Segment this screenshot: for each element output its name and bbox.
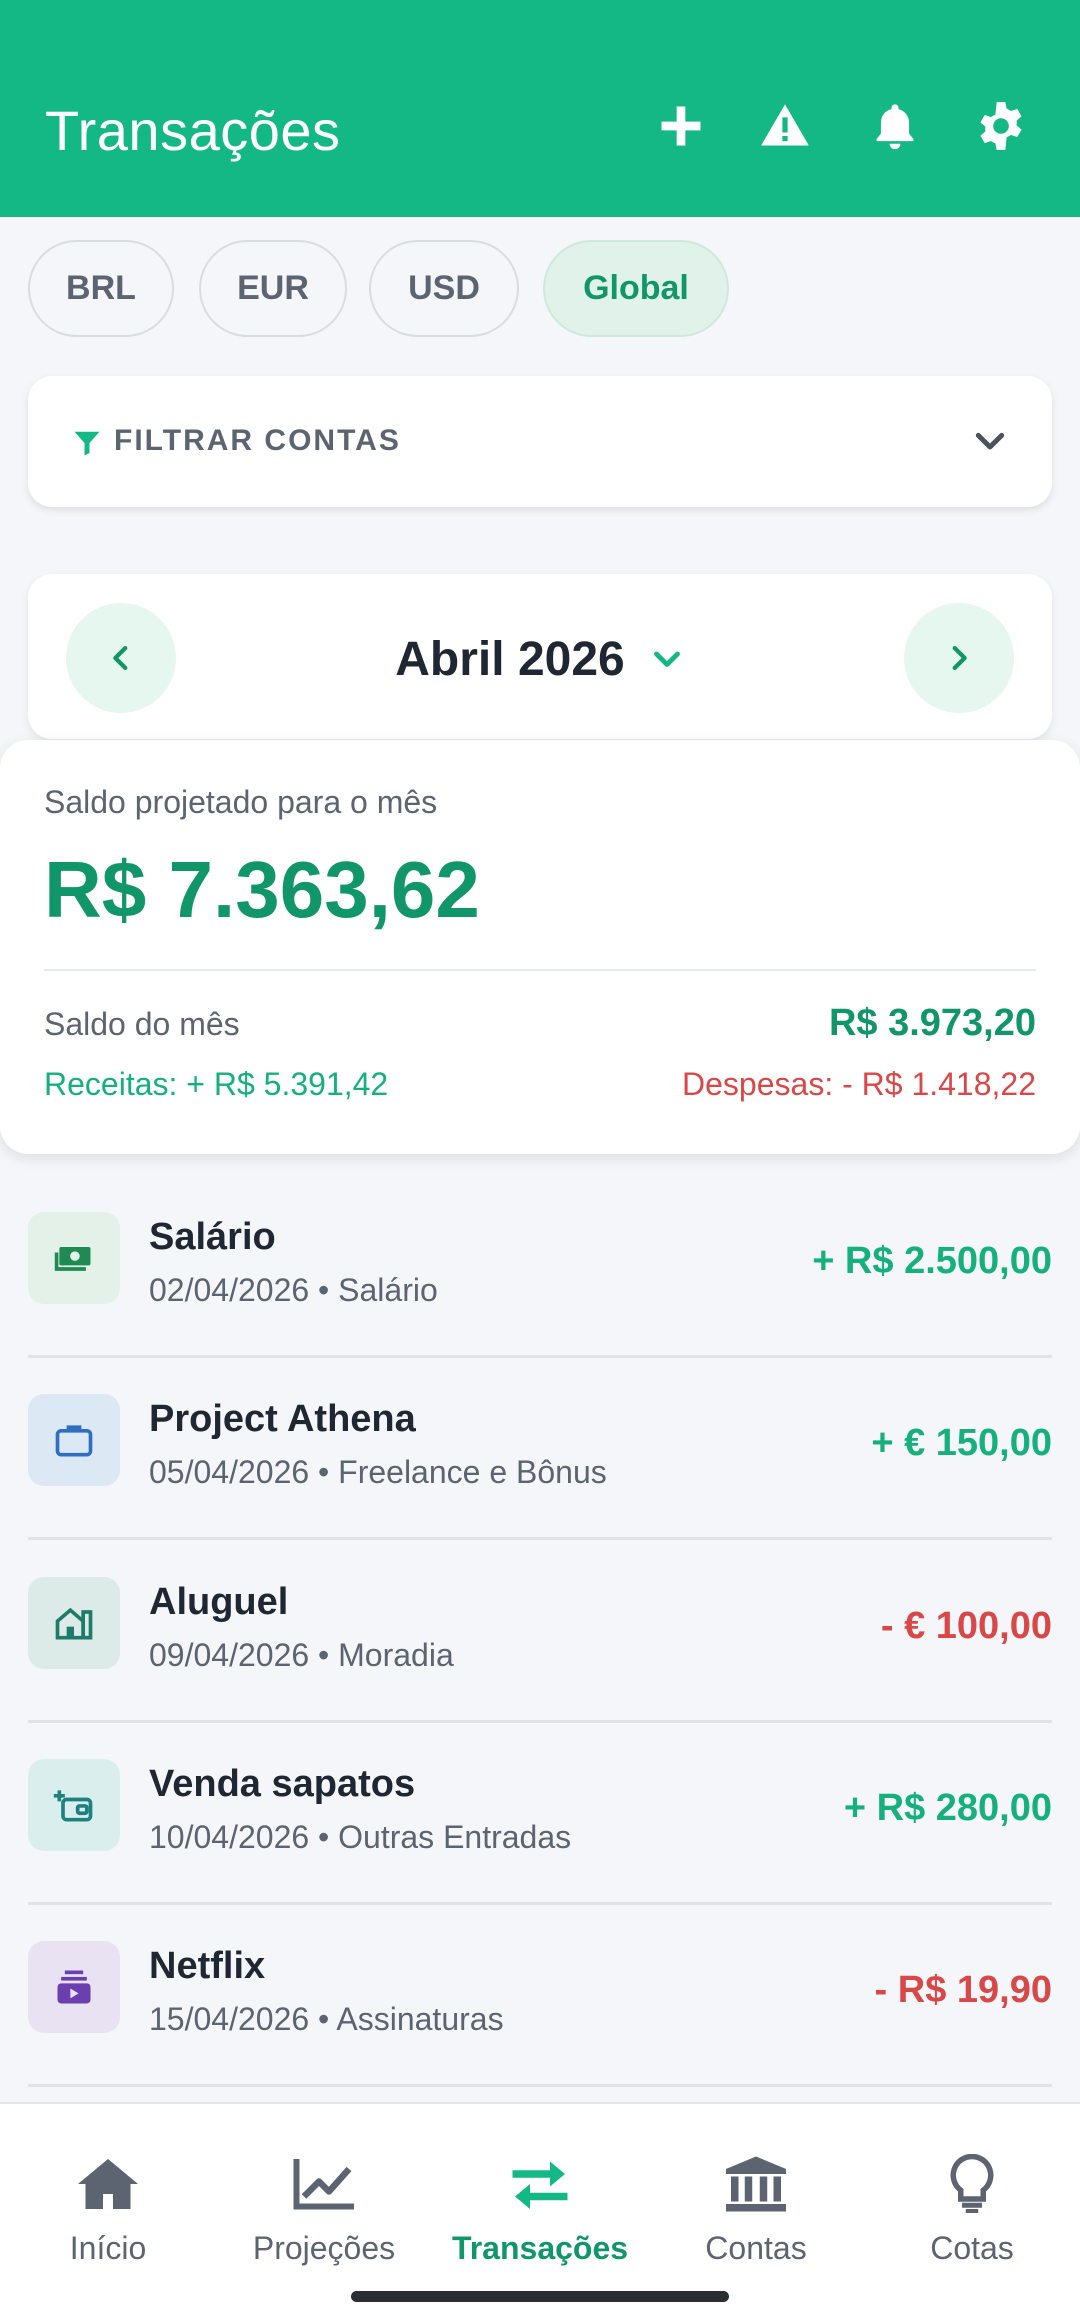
nav-label: Contas	[705, 2230, 807, 2266]
transaction-subtitle: 02/04/2026 • Salário	[149, 1272, 438, 1308]
transaction-amount: + R$ 280,00	[843, 1787, 1052, 1829]
nav-item-transacoes[interactable]: Transações	[432, 2154, 648, 2274]
bank-icon	[726, 2156, 786, 2212]
transaction-row[interactable]: Venda sapatos 10/04/2026 • Outras Entrad…	[28, 1723, 1052, 1905]
house-icon	[28, 1577, 120, 1669]
chevron-right-icon	[952, 645, 967, 671]
home-icon	[78, 2159, 138, 2209]
currency-chip-brl[interactable]: BRL	[28, 240, 174, 337]
transaction-subtitle: 09/04/2026 • Moradia	[149, 1637, 454, 1673]
subscription-icon	[28, 1941, 120, 2033]
transaction-subtitle: 10/04/2026 • Outras Entradas	[149, 1819, 572, 1855]
month-balance-value: R$ 3.973,20	[828, 1002, 1036, 1044]
transaction-amount: + R$ 2.500,00	[812, 1240, 1052, 1282]
next-month-button[interactable]	[904, 603, 1014, 713]
transaction-amount: + € 150,00	[871, 1422, 1052, 1464]
transaction-amount: - € 100,00	[880, 1605, 1052, 1647]
gear-icon[interactable]	[973, 98, 1029, 154]
briefcase-icon	[28, 1394, 120, 1486]
transaction-amount: - R$ 19,90	[874, 1969, 1052, 2011]
projected-balance-amount: R$ 7.363,62	[44, 845, 480, 934]
currency-chip-eur[interactable]: EUR	[199, 240, 347, 337]
nav-item-inicio[interactable]: Início	[0, 2154, 216, 2274]
transaction-subtitle: 15/04/2026 • Assinaturas	[149, 2001, 504, 2037]
chevron-down-icon	[653, 651, 680, 667]
transfer-icon	[512, 2161, 568, 2209]
projected-balance-caption: Saldo projetado para o mês	[44, 784, 438, 820]
transaction-title: Salário	[149, 1216, 276, 1258]
wallet-add-icon	[28, 1759, 120, 1851]
nav-item-cotas[interactable]: Cotas	[864, 2154, 1080, 2274]
bottom-navigation: Início Projeções Transações Contas Cotas	[0, 2102, 1080, 2320]
filter-label: FILTRAR CONTAS	[114, 424, 401, 457]
transaction-row[interactable]: Project Athena 05/04/2026 • Freelance e …	[28, 1358, 1052, 1540]
money-icon	[28, 1212, 120, 1304]
month-selector: Abril 2026	[28, 574, 1052, 739]
nav-label: Projeções	[252, 2230, 396, 2266]
app-header: Transações	[0, 0, 1080, 217]
nav-label: Início	[69, 2230, 147, 2266]
bell-icon[interactable]	[867, 98, 923, 154]
currency-chip-usd[interactable]: USD	[369, 240, 519, 337]
transaction-title: Project Athena	[149, 1398, 416, 1440]
home-indicator	[351, 2291, 729, 2302]
page-title: Transações	[45, 99, 341, 162]
month-balance-label: Saldo do mês	[44, 1006, 240, 1042]
transaction-row[interactable]: Salário 02/04/2026 • Salário + R$ 2.500,…	[28, 1176, 1052, 1358]
lightbulb-icon	[950, 2154, 994, 2213]
warning-icon[interactable]	[757, 98, 813, 154]
divider	[44, 969, 1036, 971]
chart-line-icon	[293, 2159, 354, 2210]
nav-item-projecoes[interactable]: Projeções	[216, 2154, 432, 2274]
balance-summary-card: Saldo projetado para o mês R$ 7.363,62 S…	[0, 740, 1080, 1154]
month-label: Abril 2026	[395, 633, 625, 686]
transaction-title: Netflix	[149, 1945, 266, 1987]
transaction-title: Venda sapatos	[149, 1763, 416, 1805]
month-picker[interactable]: Abril 2026	[28, 632, 1052, 687]
transaction-title: Aluguel	[149, 1581, 289, 1623]
transaction-row[interactable]: Aluguel 09/04/2026 • Moradia - € 100,00	[28, 1541, 1052, 1723]
filter-accounts-dropdown[interactable]: FILTRAR CONTAS	[28, 376, 1052, 507]
currency-chip-global[interactable]: Global	[543, 240, 729, 337]
chevron-down-icon	[975, 432, 1005, 450]
expense-total: Despesas: - R$ 1.418,22	[682, 1066, 1036, 1102]
nav-item-contas[interactable]: Contas	[648, 2154, 864, 2274]
filter-icon	[74, 431, 100, 456]
income-total: Receitas: + R$ 5.391,42	[44, 1066, 389, 1102]
nav-label: Cotas	[930, 2230, 1014, 2266]
nav-label: Transações	[451, 2230, 629, 2266]
transaction-row[interactable]: Netflix 15/04/2026 • Assinaturas - R$ 19…	[28, 1905, 1052, 2087]
plus-icon[interactable]	[653, 98, 709, 154]
transaction-subtitle: 05/04/2026 • Freelance e Bônus	[149, 1454, 607, 1490]
